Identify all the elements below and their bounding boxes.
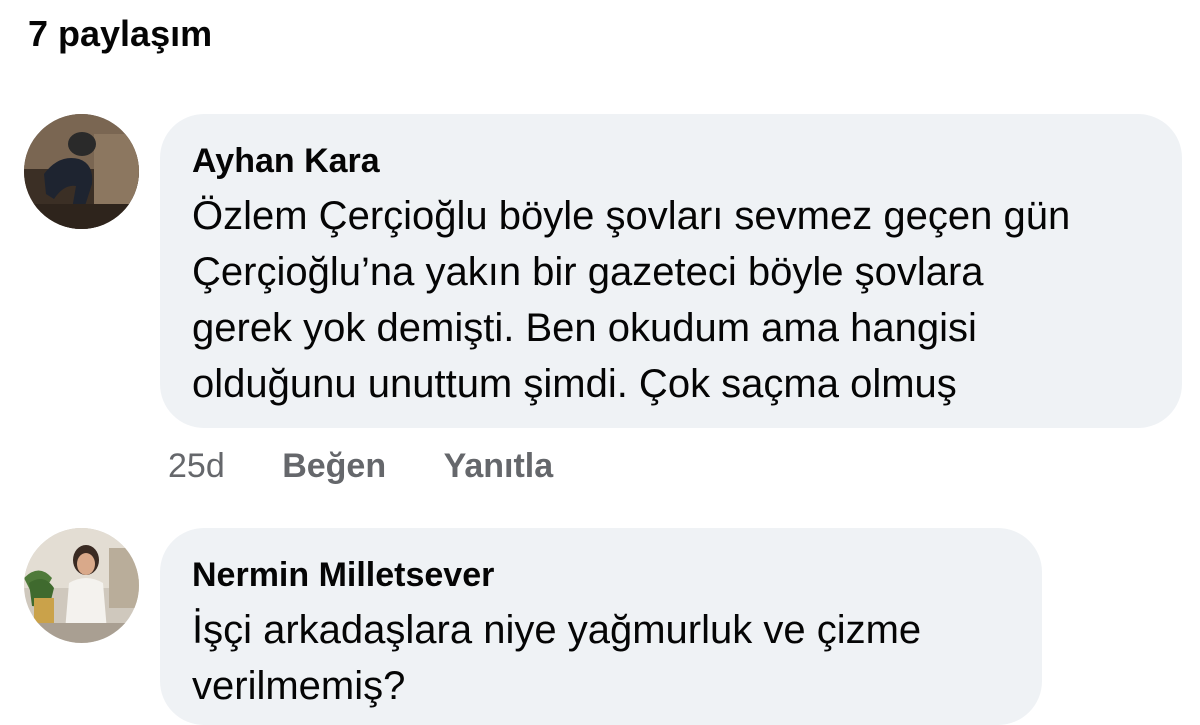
comment-actions: 25d Beğen Yanıtla — [168, 446, 601, 486]
avatar[interactable] — [24, 114, 139, 229]
comment-bubble: Nermin Milletsever İşçi arkadaşlara niye… — [160, 528, 1042, 725]
comment-author[interactable]: Nermin Milletsever — [192, 554, 1006, 596]
comment-text-line: Özlem Çerçioğlu böyle şovları sevmez geç… — [192, 194, 1071, 238]
comment-text-line: İşçi arkadaşlara niye yağmurluk ve çizme — [192, 608, 922, 652]
comment-text-line: verilmemiş? — [192, 664, 406, 708]
comment-text-line: gerek yok demişti. Ben okudum ama hangis… — [192, 306, 977, 350]
comment-text: Özlem Çerçioğlu böyle şovları sevmez geç… — [192, 188, 1146, 412]
comment-author[interactable]: Ayhan Kara — [192, 140, 1146, 182]
shares-count[interactable]: 7 paylaşım — [28, 10, 212, 58]
reply-button[interactable]: Yanıtla — [444, 446, 554, 486]
avatar[interactable] — [24, 528, 139, 643]
comment-age[interactable]: 25d — [168, 446, 225, 486]
comment-text: İşçi arkadaşlara niye yağmurluk ve çizme… — [192, 602, 1006, 714]
comment-text-line: olduğunu unuttum şimdi. Çok saçma olmuş — [192, 362, 957, 406]
comment-text-line: Çerçioğlu’na yakın bir gazeteci böyle şo… — [192, 250, 984, 294]
comment-bubble: Ayhan Kara Özlem Çerçioğlu böyle şovları… — [160, 114, 1182, 428]
like-button[interactable]: Beğen — [282, 446, 386, 486]
